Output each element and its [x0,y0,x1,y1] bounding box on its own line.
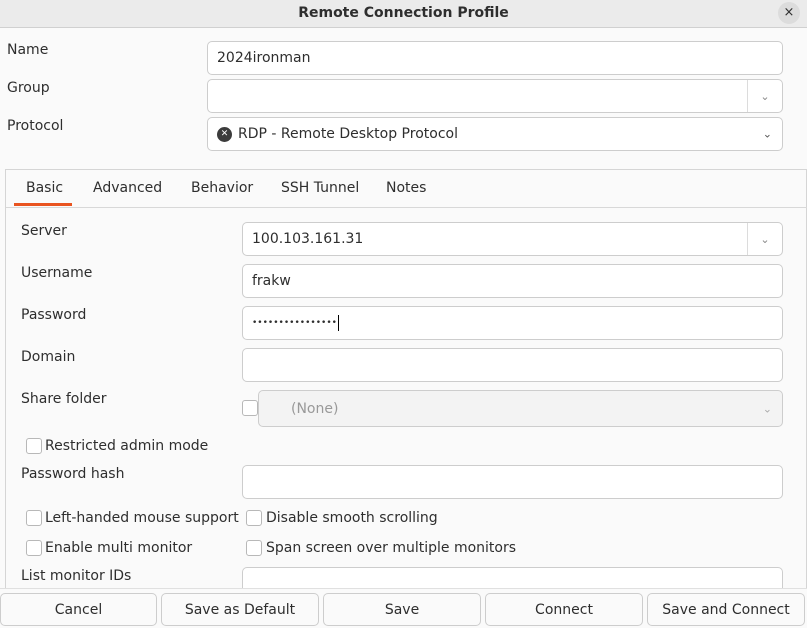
left-handed-checkbox[interactable] [26,510,42,526]
chevron-down-icon: ⌄ [762,127,772,141]
server-value: 100.103.161.31 [252,231,364,247]
share-folder-label: Share folder [21,391,107,407]
tab-separator [6,207,807,208]
password-value: •••••••••••••••• [252,318,337,328]
protocol-value: RDP - Remote Desktop Protocol [238,126,458,142]
multi-monitor-label[interactable]: Enable multi monitor [45,540,192,556]
username-value: frakw [252,273,291,289]
monitor-ids-input[interactable] [242,567,783,588]
name-value: 2024ironman [217,50,311,66]
cancel-button[interactable]: Cancel [0,593,157,626]
tab-advanced[interactable]: Advanced [93,180,162,196]
disable-smooth-label[interactable]: Disable smooth scrolling [266,510,438,526]
name-label: Name [7,42,49,58]
window-title: Remote Connection Profile [298,5,509,21]
server-label: Server [21,223,67,239]
multi-monitor-checkbox[interactable] [26,540,42,556]
restricted-admin-checkbox[interactable] [26,438,42,454]
group-label: Group [7,80,50,96]
tab-ssh-tunnel[interactable]: SSH Tunnel [281,180,359,196]
protocol-select[interactable]: ✕ RDP - Remote Desktop Protocol ⌄ [207,117,783,151]
span-screen-checkbox[interactable] [246,540,262,556]
save-as-default-button[interactable]: Save as Default [161,593,319,626]
password-hash-input[interactable] [242,465,783,499]
domain-label: Domain [21,349,76,365]
password-input[interactable]: •••••••••••••••• [242,306,783,340]
monitor-ids-label: List monitor IDs [21,568,132,584]
rdp-icon: ✕ [217,126,232,142]
share-folder-select: (None) ⌄ [258,390,783,427]
domain-input[interactable] [242,348,783,382]
tab-basic[interactable]: Basic [26,180,63,196]
share-folder-value: (None) [291,400,339,417]
chevron-down-icon[interactable]: ⌄ [747,223,782,255]
protocol-label: Protocol [7,118,64,134]
share-folder-checkbox[interactable] [242,400,258,416]
connect-button[interactable]: Connect [485,593,643,626]
monitor-ids-clip [242,567,783,588]
tab-notes[interactable]: Notes [386,180,426,196]
group-combo[interactable]: ⌄ [207,79,783,113]
tab-behavior[interactable]: Behavior [191,180,253,196]
password-hash-label: Password hash [21,466,125,482]
password-label: Password [21,307,87,323]
save-button[interactable]: Save [323,593,481,626]
username-label: Username [21,265,93,281]
close-icon[interactable]: × [778,2,800,24]
server-combo[interactable]: 100.103.161.31 ⌄ [242,222,783,256]
chevron-down-icon[interactable]: ⌄ [747,80,782,112]
left-handed-label[interactable]: Left-handed mouse support [45,510,239,526]
span-screen-label[interactable]: Span screen over multiple monitors [266,540,516,556]
username-input[interactable]: frakw [242,264,783,298]
name-input[interactable]: 2024ironman [207,41,783,75]
save-and-connect-button[interactable]: Save and Connect [647,593,805,626]
disable-smooth-checkbox[interactable] [246,510,262,526]
text-cursor [337,315,339,331]
active-tab-indicator [14,203,72,206]
restricted-admin-label[interactable]: Restricted admin mode [45,438,208,454]
chevron-down-icon: ⌄ [762,402,772,415]
